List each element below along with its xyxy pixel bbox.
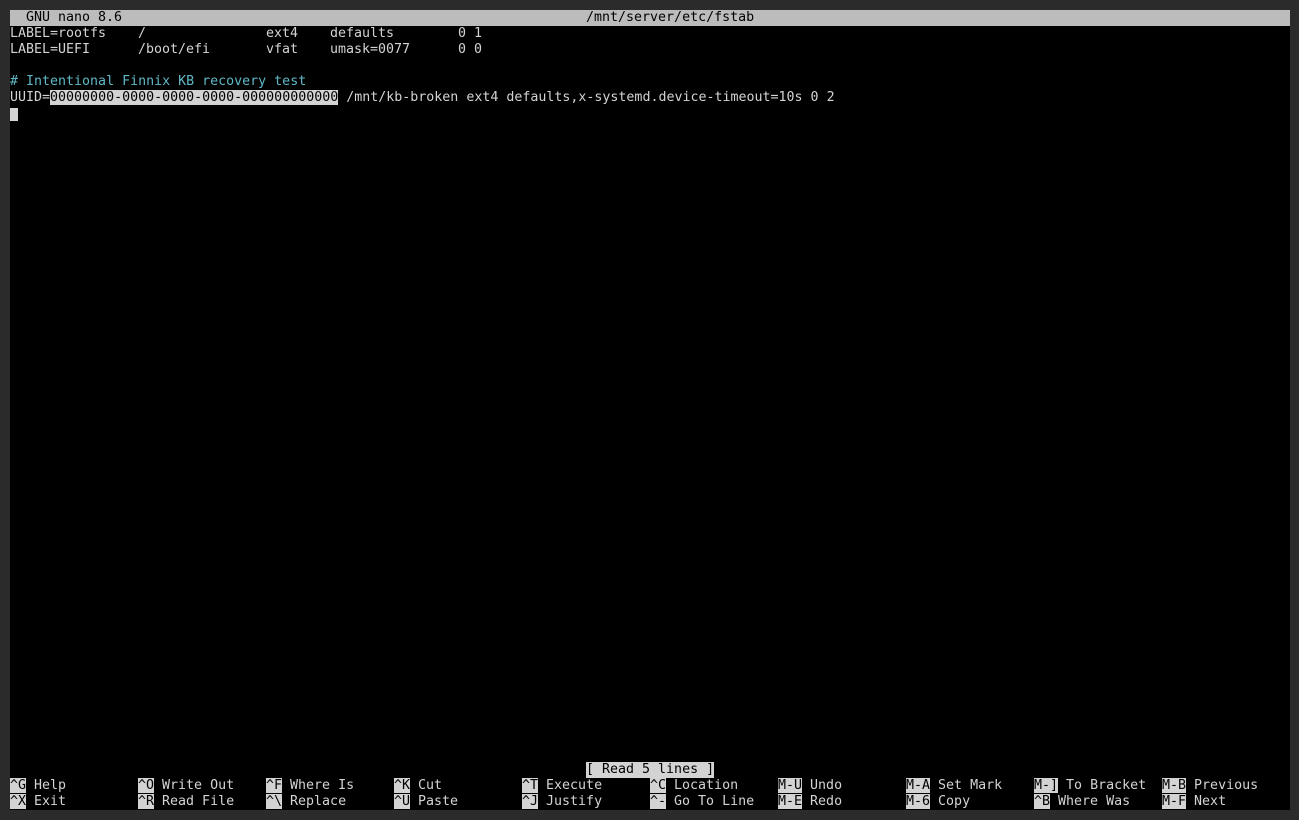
fstab-entry-rest[interactable]: /mnt/kb-broken ext4 defaults,x-systemd.d…: [338, 90, 834, 105]
editor-line-3[interactable]: [10, 58, 1290, 74]
shortcut-key: ^F: [266, 778, 283, 793]
fstab-mount[interactable]: /boot/efi: [138, 42, 210, 58]
shortcut-read-file[interactable]: ^R Read File: [138, 794, 234, 810]
shortcut-label: To Bracket: [1066, 778, 1147, 793]
fstab-options[interactable]: defaults: [330, 26, 394, 42]
shortcut-label: Execute: [546, 778, 603, 793]
shortcut-key: ^B: [1034, 794, 1051, 809]
shortcut-label: Write Out: [162, 778, 235, 793]
app-name: GNU nano 8.6: [26, 10, 123, 25]
shortcut-paste[interactable]: ^U Paste: [394, 794, 458, 810]
shortcut-key: ^R: [138, 794, 155, 809]
terminal-window[interactable]: GNU nano 8.6 /mnt/server/etc/fstab LABEL…: [10, 10, 1290, 810]
shortcut-label: Where Is: [290, 778, 355, 793]
shortcut-label: Read File: [162, 794, 235, 809]
shortcut-copy[interactable]: M-6 Copy: [906, 794, 970, 810]
shortcut-label: Copy: [938, 794, 971, 809]
shortcut-previous[interactable]: M-B Previous: [1162, 778, 1258, 794]
shortcut-key: ^U: [394, 794, 411, 809]
editor-line-1[interactable]: LABEL=rootfs / ext4 defaults 0 1: [10, 26, 1290, 42]
status-message: [ Read 5 lines ]: [586, 762, 715, 778]
shortcut-label: Replace: [290, 794, 347, 809]
shortcut-exit[interactable]: ^X Exit: [10, 794, 66, 810]
shortcut-cut[interactable]: ^K Cut: [394, 778, 442, 794]
shortcut-key: ^\: [266, 794, 283, 809]
shortcut-label: Exit: [34, 794, 67, 809]
shortcut-label: Undo: [810, 778, 843, 793]
editor-line-6[interactable]: [10, 106, 1290, 122]
uuid-prefix[interactable]: UUID=: [10, 90, 50, 105]
fstab-spec[interactable]: LABEL=rootfs: [10, 26, 106, 42]
shortcut-label: Cut: [418, 778, 443, 793]
editor-line-2[interactable]: LABEL=UEFI /boot/efi vfat umask=0077 0 0: [10, 42, 1290, 58]
shortcut-execute[interactable]: ^T Execute: [522, 778, 602, 794]
shortcut-label: Go To Line: [674, 794, 755, 809]
shortcut-label: Paste: [418, 794, 459, 809]
shortcut-key: ^G: [10, 778, 27, 793]
shortcut-set-mark[interactable]: M-A Set Mark: [906, 778, 1002, 794]
shortcut-key: ^X: [10, 794, 27, 809]
shortcut-to-bracket[interactable]: M-] To Bracket: [1034, 778, 1146, 794]
shortcut-label: Where Was: [1058, 794, 1131, 809]
shortcut-label: Set Mark: [938, 778, 1003, 793]
shortcut-location[interactable]: ^C Location: [650, 778, 738, 794]
shortcut-key: M-U: [778, 778, 803, 793]
shortcut-go-to-line[interactable]: ^- Go To Line: [650, 794, 754, 810]
shortcut-key: M-E: [778, 794, 803, 809]
shortcut-where-is[interactable]: ^F Where Is: [266, 778, 354, 794]
fstab-type[interactable]: ext4: [266, 26, 298, 42]
shortcut-key: ^K: [394, 778, 411, 793]
fstab-dump-pass[interactable]: 0 1: [458, 26, 482, 42]
fstab-mount[interactable]: /: [138, 26, 146, 42]
shortcut-key: M-A: [906, 778, 931, 793]
shortcut-key: ^T: [522, 778, 539, 793]
editor-line-5[interactable]: UUID=00000000-0000-0000-0000-00000000000…: [10, 90, 1290, 106]
shortcut-key: ^O: [138, 778, 155, 793]
shortcut-key: ^J: [522, 794, 539, 809]
shortcut-label: Help: [34, 778, 67, 793]
file-path: /mnt/server/etc/fstab: [586, 10, 755, 25]
selected-uuid[interactable]: 00000000-0000-0000-0000-000000000000: [50, 90, 339, 105]
fstab-type[interactable]: vfat: [266, 42, 298, 58]
text-cursor: [10, 108, 18, 121]
shortcut-key: ^-: [650, 794, 667, 809]
editor-line-comment[interactable]: # Intentional Finnix KB recovery test: [10, 74, 1290, 90]
shortcut-undo[interactable]: M-U Undo: [778, 778, 842, 794]
shortcut-justify[interactable]: ^J Justify: [522, 794, 602, 810]
fstab-spec[interactable]: LABEL=UEFI: [10, 42, 90, 58]
nano-title-bar: GNU nano 8.6 /mnt/server/etc/fstab: [10, 10, 1290, 26]
shortcut-where-was[interactable]: ^B Where Was: [1034, 794, 1130, 810]
shortcut-label: Previous: [1194, 778, 1259, 793]
shortcut-help[interactable]: ^G Help: [10, 778, 66, 794]
shortcut-label: Next: [1194, 794, 1227, 809]
fstab-dump-pass[interactable]: 0 0: [458, 42, 482, 58]
shortcut-write-out[interactable]: ^O Write Out: [138, 778, 234, 794]
shortcut-next[interactable]: M-F Next: [1162, 794, 1226, 810]
shortcut-key: M-6: [906, 794, 931, 809]
shortcut-label: Location: [674, 778, 739, 793]
shortcut-label: Justify: [546, 794, 603, 809]
shortcut-label: Redo: [810, 794, 843, 809]
shortcut-key: M-B: [1162, 778, 1187, 793]
fstab-options[interactable]: umask=0077: [330, 42, 410, 58]
shortcut-key: ^C: [650, 778, 667, 793]
shortcut-redo[interactable]: M-E Redo: [778, 794, 842, 810]
shortcut-key: M-]: [1034, 778, 1059, 793]
shortcut-key: M-F: [1162, 794, 1187, 809]
shortcut-replace[interactable]: ^\ Replace: [266, 794, 346, 810]
